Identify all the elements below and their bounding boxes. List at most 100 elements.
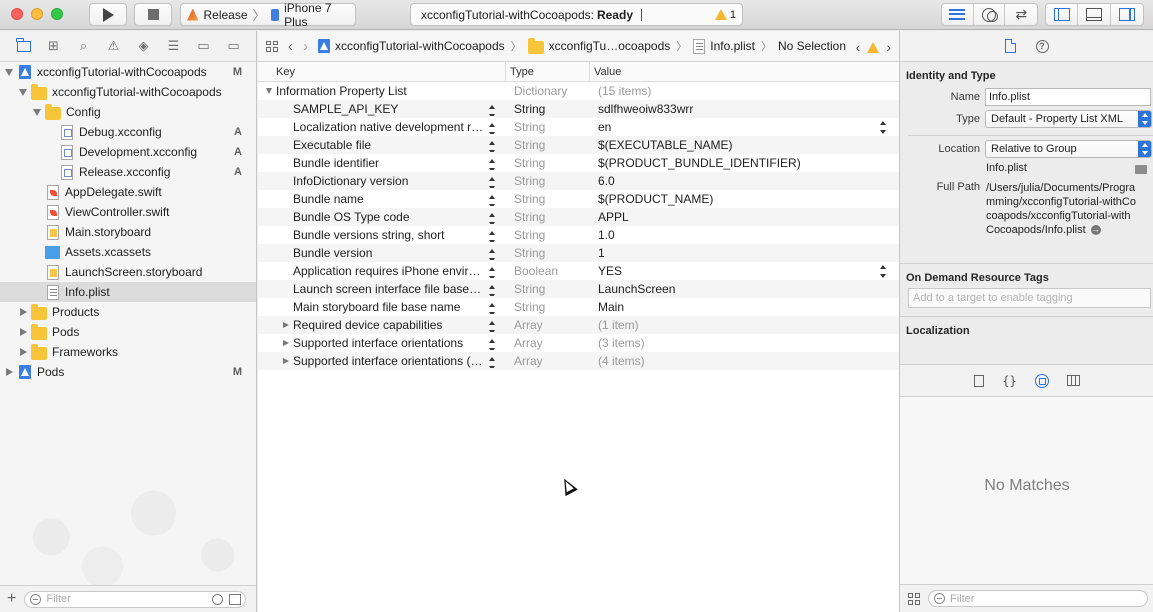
plist-row[interactable]: Localization native development re… Stri… [258,118,899,136]
tree-item-group[interactable]: Frameworks [0,342,256,362]
recent-files-icon[interactable] [212,593,224,605]
odr-tags-field[interactable]: Add to a target to enable tagging [908,288,1151,308]
tree-item-project[interactable]: Pods M [0,362,256,382]
plist-value[interactable]: APPL [590,210,899,224]
plist-type[interactable]: String [506,102,590,116]
toggle-utilities-button[interactable] [1111,4,1143,25]
plist-type[interactable]: Array [506,354,590,368]
issue-navigator-tab[interactable]: ⚠ [104,38,123,54]
plist-type[interactable]: String [506,120,590,134]
grid-view-icon[interactable] [908,592,920,605]
zoom-window-button[interactable] [51,8,63,20]
key-stepper-icon[interactable] [488,231,496,242]
breadcrumb-project[interactable]: xcconfigTutorial-withCocoapods [318,39,505,53]
tree-item-file[interactable]: AppDelegate.swift [0,182,256,202]
plist-value[interactable]: LaunchScreen [590,282,899,296]
key-stepper-icon[interactable] [488,177,496,188]
close-window-button[interactable] [11,8,23,20]
plist-row[interactable]: Supported interface orientations Array (… [258,334,899,352]
plist-row-root[interactable]: Information Property List Dictionary (15… [258,82,899,100]
debug-navigator-tab[interactable]: ☰ [164,38,183,54]
symbol-navigator-tab[interactable]: ⊞ [44,38,63,54]
media-library-icon[interactable] [1066,375,1080,386]
library-filter-field[interactable]: Filter [928,590,1148,607]
plist-row[interactable]: Required device capabilities Array (1 it… [258,316,899,334]
plist-key-cell[interactable]: Bundle versions string, short [258,228,506,242]
plist-type[interactable]: String [506,210,590,224]
plist-key-cell[interactable]: SAMPLE_API_KEY [258,102,506,116]
plist-row[interactable]: Executable file String $(EXECUTABLE_NAME… [258,136,899,154]
disclosure-closed-icon[interactable] [20,328,27,336]
type-select[interactable]: Default - Property List XML [985,110,1152,128]
key-stepper-icon[interactable] [488,339,496,350]
location-select[interactable]: Relative to Group [985,140,1152,158]
plist-value[interactable]: Main [590,300,899,314]
tree-item-config-group[interactable]: Config [0,102,256,122]
file-inspector-icon[interactable] [1004,39,1016,53]
breadcrumb-selection[interactable]: No Selection [778,39,846,53]
toggle-debug-area-button[interactable] [1078,4,1111,25]
plist-value[interactable]: 1 [590,246,899,260]
navigator-filter-field[interactable]: Filter [24,590,247,608]
tree-item-project[interactable]: xcconfigTutorial-withCocoapods M [0,62,256,82]
plist-key-cell[interactable]: Bundle OS Type code [258,210,506,224]
previous-issue-icon[interactable]: ‹ [856,39,861,55]
warning-icon[interactable] [867,41,880,53]
run-button[interactable] [89,3,127,26]
file-template-library-icon[interactable] [974,374,985,387]
disclosure-open-icon[interactable] [33,108,41,116]
code-snippet-library-icon[interactable]: {} [1002,374,1016,388]
tree-item-file[interactable]: ViewController.swift [0,202,256,222]
report-navigator-tab[interactable]: ▭ [224,38,243,54]
plist-key-cell[interactable]: Required device capabilities [258,318,506,332]
plist-key-cell[interactable]: Executable file [258,138,506,152]
plist-key-cell[interactable]: Supported interface orientations [258,336,506,350]
scheme-selector[interactable]: Release 〉 iPhone 7 Plus [180,1,356,29]
plist-key-cell[interactable]: Bundle identifier [258,156,506,170]
disclosure-closed-icon[interactable] [283,322,289,328]
plist-row[interactable]: Launch screen interface file base… Strin… [258,280,899,298]
plist-type[interactable]: String [506,138,590,152]
name-field[interactable]: Info.plist [985,88,1151,106]
stop-button[interactable] [134,3,172,26]
plist-key-cell[interactable]: InfoDictionary version [258,174,506,188]
toggle-navigator-button[interactable] [1046,4,1079,25]
back-arrow-icon[interactable]: ‹ [288,38,293,55]
plist-type[interactable]: Dictionary [506,84,590,98]
minimize-window-button[interactable] [31,8,43,20]
plist-row[interactable]: Bundle OS Type code String APPL [258,208,899,226]
key-stepper-icon[interactable] [488,285,496,296]
key-stepper-icon[interactable] [488,195,496,206]
project-navigator-tab[interactable] [14,37,33,54]
plist-value[interactable]: $(PRODUCT_BUNDLE_IDENTIFIER) [590,156,899,170]
plist-value[interactable]: 6.0 [590,174,899,188]
test-navigator-tab[interactable]: ◈ [134,38,153,54]
tree-item-file[interactable]: Main.storyboard [0,222,256,242]
plist-value[interactable]: $(PRODUCT_NAME) [590,192,899,206]
plist-row[interactable]: Main storyboard file base name String Ma… [258,298,899,316]
disclosure-open-icon[interactable] [5,68,13,76]
tree-item-group[interactable]: Pods [0,322,256,342]
key-stepper-icon[interactable] [488,321,496,332]
plist-key-cell[interactable]: Main storyboard file base name [258,300,506,314]
tree-item-file-selected[interactable]: Info.plist [0,282,256,302]
plist-key-cell[interactable]: Information Property List [258,84,506,98]
plist-type[interactable]: String [506,246,590,260]
plist-type[interactable]: String [506,282,590,296]
disclosure-open-icon[interactable] [266,88,272,94]
breadcrumb-file[interactable]: Info.plist [693,38,755,54]
value-popup-stepper-icon[interactable] [879,121,887,134]
key-stepper-icon[interactable] [488,105,496,116]
value-popup-stepper-icon[interactable] [879,265,887,278]
choose-folder-icon[interactable] [1135,165,1147,174]
version-editor-button[interactable]: ⇄ [1005,4,1037,25]
plist-row[interactable]: InfoDictionary version String 6.0 [258,172,899,190]
tree-item-file[interactable]: Assets.xcassets [0,242,256,262]
forward-arrow-icon[interactable]: › [303,38,308,55]
plist-value[interactable]: 1.0 [590,228,899,242]
plist-value[interactable]: YES [590,264,899,278]
plist-type[interactable]: Array [506,318,590,332]
next-issue-icon[interactable]: › [886,39,891,55]
warning-indicator[interactable]: 1 [714,9,736,21]
type-column-header[interactable]: Type [506,62,590,81]
